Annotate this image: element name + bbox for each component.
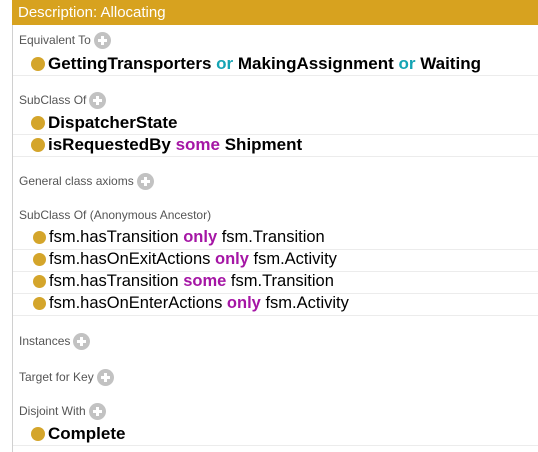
ancestor-expression: fsm.hasOnEnterActions only fsm.Activity xyxy=(49,294,349,312)
section-label: General class axioms xyxy=(19,174,134,188)
add-axiom-icon[interactable] xyxy=(136,172,154,190)
add-key-icon[interactable] xyxy=(96,368,114,386)
ancestor-row[interactable]: fsm.hasOnExitActions only fsm.Activity xyxy=(13,248,538,272)
class-bullet-icon xyxy=(31,137,45,152)
ancestor-row[interactable]: fsm.hasOnEnterActions only fsm.Activity xyxy=(13,292,538,316)
equivalent-expression: GettingTransporters or MakingAssignment … xyxy=(48,53,481,73)
class-bullet-icon xyxy=(33,253,46,266)
ancestor-expression: fsm.hasOnExitActions only fsm.Activity xyxy=(49,250,337,268)
subclass-row[interactable]: isRequestedBy some Shipment xyxy=(13,133,538,157)
equivalent-row[interactable]: GettingTransporters or MakingAssignment … xyxy=(13,52,538,76)
section-subclass-of: SubClass Of xyxy=(19,90,107,110)
add-instance-icon[interactable] xyxy=(73,332,91,350)
add-subclass-icon[interactable] xyxy=(89,91,107,109)
class-bullet-icon xyxy=(33,231,46,244)
ancestor-expression: fsm.hasTransition some fsm.Transition xyxy=(49,272,334,290)
subclass-row[interactable]: DispatcherState xyxy=(13,111,538,135)
section-label: SubClass Of (Anonymous Ancestor) xyxy=(19,208,212,222)
class-bullet-icon xyxy=(33,297,46,310)
class-bullet-icon xyxy=(33,275,46,288)
add-disjoint-icon[interactable] xyxy=(88,402,106,420)
section-target-for-key: Target for Key xyxy=(19,367,114,387)
section-anonymous-ancestor: SubClass Of (Anonymous Ancestor) xyxy=(19,205,211,225)
section-label: Instances xyxy=(19,334,71,348)
section-disjoint-with: Disjoint With xyxy=(19,401,106,421)
class-bullet-icon xyxy=(31,115,45,130)
description-header: Description: Allocating xyxy=(12,0,538,25)
section-general-axioms: General class axioms xyxy=(19,171,154,191)
add-equivalent-icon[interactable] xyxy=(93,31,111,49)
subclass-expression: isRequestedBy some Shipment xyxy=(48,134,303,154)
header-title: Description: Allocating xyxy=(18,4,166,21)
ancestor-row[interactable]: fsm.hasTransition only fsm.Transition xyxy=(13,226,538,250)
section-label: Disjoint With xyxy=(19,404,86,418)
class-bullet-icon xyxy=(31,426,45,441)
class-bullet-icon xyxy=(31,56,45,71)
section-equivalent-to: Equivalent To xyxy=(19,30,111,50)
disjoint-row[interactable]: Complete xyxy=(13,422,538,446)
section-label: Target for Key xyxy=(19,370,94,384)
subclass-expression: DispatcherState xyxy=(48,112,178,132)
section-instances: Instances xyxy=(19,331,91,351)
ancestor-row[interactable]: fsm.hasTransition some fsm.Transition xyxy=(13,270,538,294)
ancestor-expression: fsm.hasTransition only fsm.Transition xyxy=(49,228,325,246)
disjoint-expression: Complete xyxy=(48,423,126,443)
description-panel: Equivalent To GettingTransporters or Mak… xyxy=(12,25,538,452)
section-label: Equivalent To xyxy=(19,33,91,47)
section-label: SubClass Of xyxy=(19,93,87,107)
